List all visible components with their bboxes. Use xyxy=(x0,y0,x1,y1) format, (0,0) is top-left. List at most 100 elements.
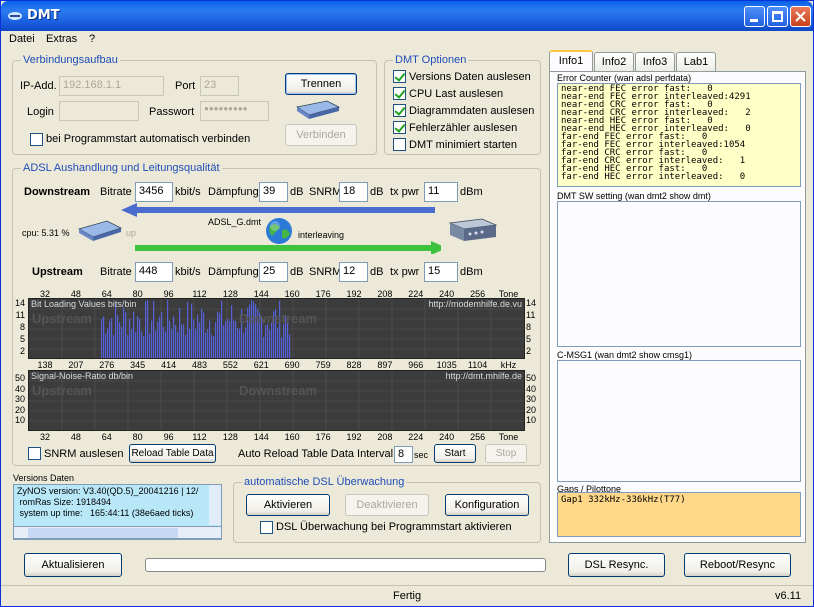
maximize-button[interactable] xyxy=(767,6,788,27)
login-field[interactable] xyxy=(59,101,139,121)
activate-button[interactable]: Aktivieren xyxy=(246,494,330,516)
reboot-button[interactable]: Reboot/Resync xyxy=(684,553,791,577)
opt-cpu-label: CPU Last auslesen xyxy=(409,88,504,100)
config-button[interactable]: Konfiguration xyxy=(445,494,529,516)
reload-table-button[interactable]: Reload Table Data xyxy=(129,444,216,463)
bit-loading-bar xyxy=(189,328,191,358)
chart1-bottom-tick-1: 207 xyxy=(68,360,84,370)
refresh-button[interactable]: Aktualisieren xyxy=(24,553,122,577)
bit-loading-bar xyxy=(111,318,113,358)
us-damp-label: Dämpfung xyxy=(208,266,259,278)
watch-group: automatische DSL Überwachung Aktivieren … xyxy=(233,476,541,543)
bit-loading-bar xyxy=(149,333,151,358)
opt-version-checkbox[interactable] xyxy=(393,70,406,83)
bit-loading-bar xyxy=(229,320,231,358)
bit-loading-bar xyxy=(141,331,143,358)
cmsg-box[interactable] xyxy=(557,360,801,482)
chart2-ytick-L1: 40 xyxy=(14,383,25,394)
chart1-bottom-tick-13: 1035 xyxy=(436,360,457,370)
versions-scrollbar[interactable] xyxy=(209,485,221,525)
bit-loading-bar xyxy=(183,324,185,358)
cpu-label: cpu: 5.31 % xyxy=(22,228,70,238)
watch-group-label: automatische DSL Überwachung xyxy=(242,476,407,488)
tab-info1[interactable]: Info1 xyxy=(549,50,593,73)
versions-hscroll[interactable] xyxy=(13,526,222,539)
chart1-bottom-tick-14: 1104 xyxy=(467,360,488,370)
us-damp-field: 25 xyxy=(259,262,288,282)
status-bar: Fertig v6.11 xyxy=(1,585,813,606)
bit-loading-bar xyxy=(239,328,241,358)
stop-button[interactable]: Stop xyxy=(485,444,527,463)
bit-loading-bar xyxy=(125,312,127,358)
chart1-wm-downstream: Downstream xyxy=(239,311,318,326)
bit-loading-chart: Bit Loading Values bits/bin http://modem… xyxy=(28,298,525,359)
ds-snrm-unit: dB xyxy=(370,186,384,198)
opt-minimized-label: DMT minimiert starten xyxy=(409,139,517,151)
bit-loading-bar xyxy=(193,319,195,358)
login-label: Login xyxy=(27,106,54,118)
password-field[interactable]: ●●●●●●●●● xyxy=(200,101,269,121)
chart1-bottom-tick-7: 621 xyxy=(253,360,269,370)
chart1-ytick-L2: 8 xyxy=(19,322,25,332)
bit-loading-bar xyxy=(267,324,269,358)
ds-bitrate-unit: kbit/s xyxy=(175,186,201,198)
bit-loading-bar xyxy=(137,316,139,358)
bit-loading-bar xyxy=(145,301,147,358)
bit-loading-bar xyxy=(163,327,165,358)
ip-label: IP-Add. xyxy=(20,80,57,92)
start-button[interactable]: Start xyxy=(434,444,476,463)
opt-cpu-checkbox[interactable] xyxy=(393,87,406,100)
bit-loading-bar xyxy=(175,325,177,358)
chart2-bottom-tick-5: 112 xyxy=(192,432,207,442)
password-label: Passwort xyxy=(149,106,195,118)
bit-loading-bar xyxy=(109,320,111,358)
us-bitrate-unit: kbit/s xyxy=(175,266,201,278)
dsl-resync-button[interactable]: DSL Resync. xyxy=(568,553,665,577)
info-panel: Error Counter (wan adsl perfdata) near-e… xyxy=(549,71,806,543)
menu-datei[interactable]: Datei xyxy=(9,33,35,45)
autoconnect-checkbox[interactable] xyxy=(30,133,43,146)
port-field[interactable]: 23 xyxy=(200,76,239,96)
bit-loading-bar xyxy=(283,323,285,358)
trennen-button[interactable]: Trennen xyxy=(285,73,357,95)
deactivate-button[interactable]: Deaktivieren xyxy=(345,494,429,516)
sw-setting-box[interactable] xyxy=(557,201,801,347)
autoconnect-label: bei Programmstart automatisch verbinden xyxy=(46,133,251,145)
close-button[interactable] xyxy=(790,6,811,27)
bit-loading-bar xyxy=(127,335,129,358)
error-counter-box[interactable]: near-end FEC error fast: 0 near-end FEC … xyxy=(557,83,801,187)
interval-field[interactable]: 8 xyxy=(394,446,413,463)
snrm-read-checkbox[interactable] xyxy=(28,447,41,460)
options-group-label: DMT Optionen xyxy=(393,54,469,66)
bit-loading-bar xyxy=(233,320,235,358)
menu-extras[interactable]: Extras xyxy=(46,33,77,45)
chart1-bottom-tick-3: 345 xyxy=(130,360,146,370)
bit-loading-bar xyxy=(287,320,289,358)
chart1-bottom-tick-0: 138 xyxy=(37,360,53,370)
opt-minimized-checkbox[interactable] xyxy=(393,138,406,151)
bit-loading-bar xyxy=(223,325,225,358)
hscroll-thumb[interactable] xyxy=(28,528,178,538)
ip-field[interactable]: 192.168.1.1 xyxy=(59,76,164,96)
opt-chart-checkbox[interactable] xyxy=(393,104,406,117)
verbinden-button[interactable]: Verbinden xyxy=(285,124,357,146)
bit-loading-bar xyxy=(155,330,157,358)
us-txpwr-field: 15 xyxy=(424,262,458,282)
bit-loading-bar xyxy=(209,320,211,358)
watch-auto-checkbox[interactable] xyxy=(260,521,273,534)
tab-info3[interactable]: Info3 xyxy=(635,52,675,72)
bit-loading-bar xyxy=(195,328,197,358)
bit-loading-bar xyxy=(171,328,173,358)
upstream-title: Upstream xyxy=(32,266,83,278)
minimize-button[interactable] xyxy=(744,6,765,27)
bit-loading-bar xyxy=(165,331,167,358)
gaps-box[interactable]: Gap1 332kHz-336kHz(T77) xyxy=(557,492,801,537)
tab-lab1[interactable]: Lab1 xyxy=(676,52,716,72)
menu-help[interactable]: ? xyxy=(89,33,95,45)
tab-info2[interactable]: Info2 xyxy=(594,52,634,72)
chart2-ytick-L3: 20 xyxy=(14,404,25,415)
opt-errors-checkbox[interactable] xyxy=(393,121,406,134)
chart2-ytick-L2: 30 xyxy=(14,394,25,404)
versions-label: Versions Daten xyxy=(13,473,75,483)
chart2-bottom-tick-9: 176 xyxy=(315,432,331,442)
